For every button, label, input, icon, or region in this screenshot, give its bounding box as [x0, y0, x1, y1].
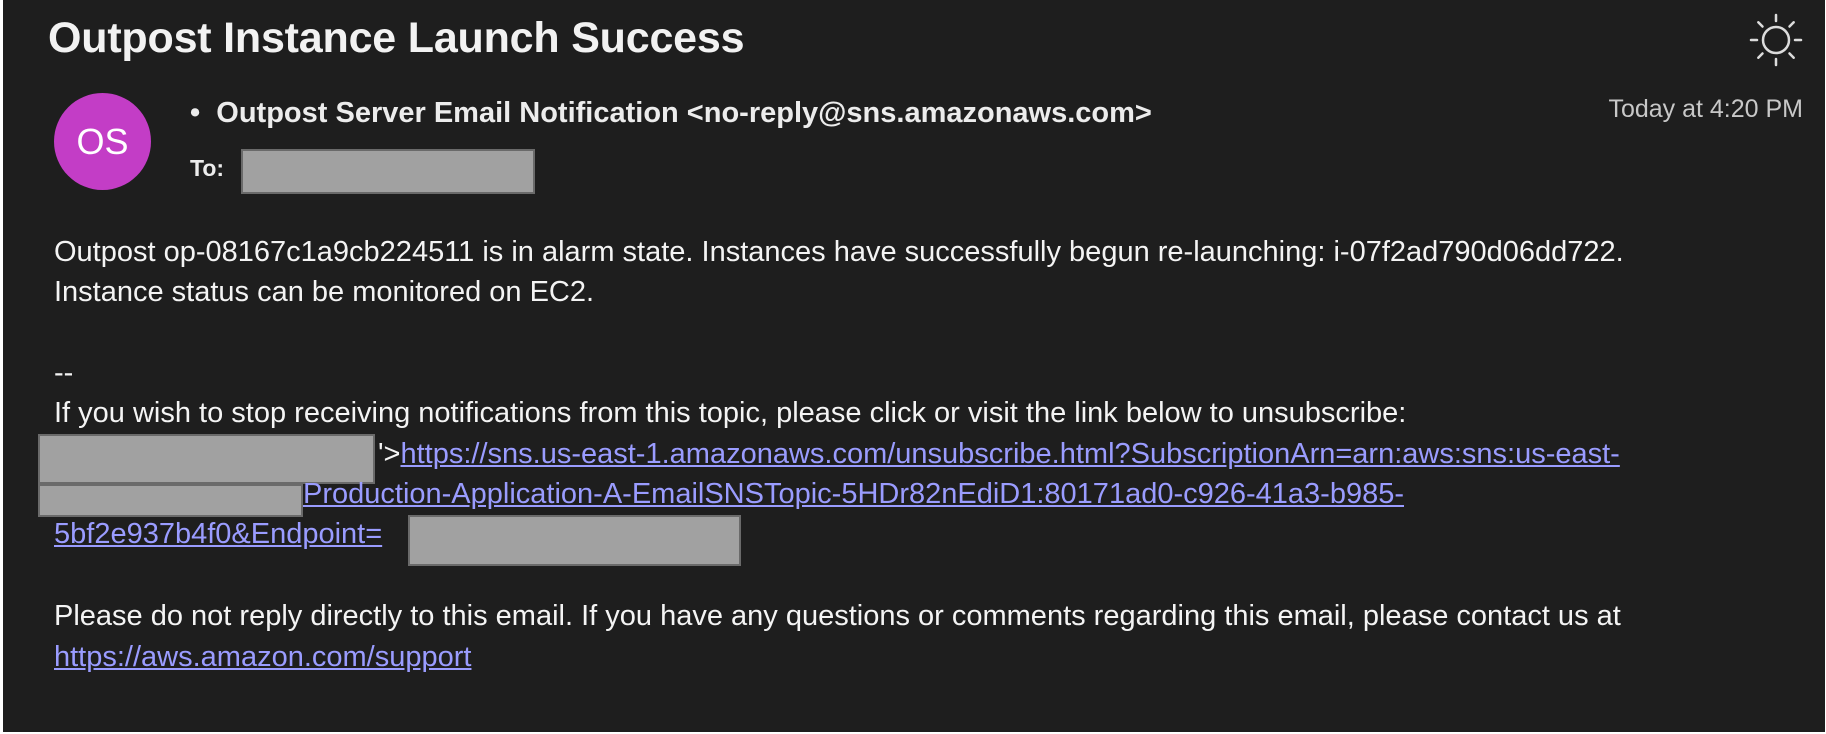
email-timestamp: Today at 4:20 PM	[1608, 95, 1803, 123]
redacted-recipient	[241, 149, 535, 194]
unsubscribe-link-end[interactable]: 5bf2e937b4f0&Endpoint=	[54, 518, 382, 550]
body-line-status: Instance status can be monitored on EC2.	[54, 276, 595, 308]
unsubscribe-line-3: 5bf2e937b4f0&Endpoint=	[54, 518, 382, 551]
sender-address[interactable]: • Outpost Server Email Notification <no-…	[190, 97, 1152, 130]
redacted-endpoint	[408, 515, 741, 566]
unsubscribe-link-continued[interactable]: Production-Application-A-EmailSNSTopic-5…	[303, 478, 1404, 510]
email-subject: Outpost Instance Launch Success	[48, 14, 745, 62]
email-view: Outpost Instance Launch Success OS • Out…	[3, 0, 1825, 732]
signature-separator: --	[54, 357, 74, 389]
support-line: https://aws.amazon.com/support	[54, 641, 471, 674]
footer-notice: Please do not reply directly to this ema…	[54, 600, 1621, 632]
sender-avatar: OS	[54, 93, 151, 190]
sun-icon[interactable]	[1748, 12, 1804, 68]
to-label: To:	[190, 155, 225, 181]
unsubscribe-line-2: Production-Application-A-EmailSNSTopic-5…	[303, 478, 1404, 511]
redacted-topic-prefix	[38, 484, 303, 517]
unsubscribe-notice: If you wish to stop receiving notificati…	[54, 397, 1407, 429]
support-link[interactable]: https://aws.amazon.com/support	[54, 641, 471, 673]
sender-name: Outpost Server Email Notification <no-re…	[216, 97, 1152, 129]
unsubscribe-link[interactable]: https://sns.us-east-1.amazonaws.com/unsu…	[400, 438, 1619, 470]
redacted-text	[38, 434, 375, 484]
unsubscribe-line-1: '>https://sns.us-east-1.amazonaws.com/un…	[378, 438, 1620, 471]
body-line-alarm: Outpost op-08167c1a9cb224511 is in alarm…	[54, 236, 1624, 268]
link-prefix: '>	[378, 438, 401, 470]
